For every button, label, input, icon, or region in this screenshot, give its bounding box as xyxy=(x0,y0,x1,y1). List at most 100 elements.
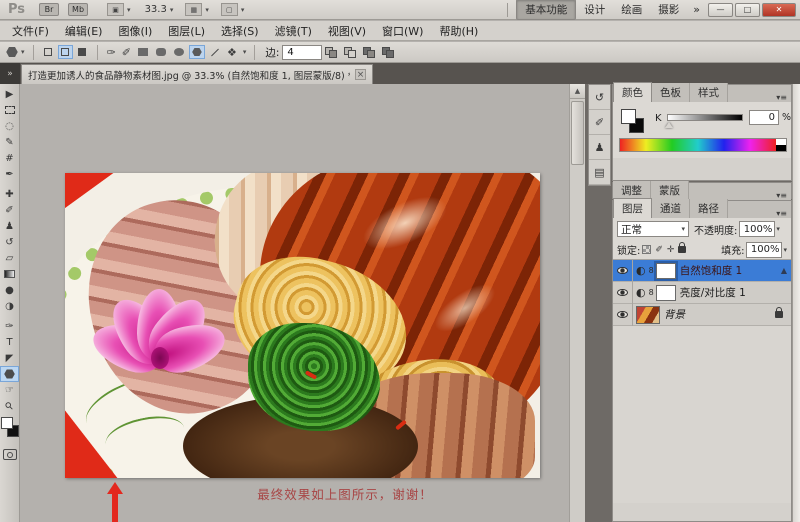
panel-menu-icon[interactable]: ▾≡ xyxy=(772,191,791,200)
quick-mask-button[interactable] xyxy=(2,449,17,460)
shape-layers-mode-button[interactable] xyxy=(41,45,56,59)
canvas-image[interactable] xyxy=(65,173,540,478)
subtract-shape-icon[interactable] xyxy=(343,46,358,59)
path-select-tool[interactable]: ◤ xyxy=(1,350,19,366)
scrollbar-thumb[interactable] xyxy=(571,101,584,165)
lock-paint-icon[interactable]: ✐ xyxy=(655,245,663,255)
intersect-shape-icon[interactable] xyxy=(362,46,377,59)
eraser-tool[interactable]: ▱ xyxy=(1,250,19,266)
paths-mode-button[interactable] xyxy=(57,45,73,59)
eye-icon[interactable] xyxy=(617,289,628,296)
foreground-color-swatch[interactable] xyxy=(0,417,13,429)
arrange-caret-icon[interactable]: ▾ xyxy=(205,6,209,14)
lock-position-icon[interactable]: ✛ xyxy=(667,245,675,255)
healing-brush-tool[interactable]: ✚ xyxy=(1,186,19,202)
tab-swatches[interactable]: 色板 xyxy=(652,83,690,102)
custom-shape-caret-icon[interactable]: ▾ xyxy=(243,48,247,56)
layer-thumbnail[interactable] xyxy=(636,305,660,324)
clone-stamp-tool[interactable]: ♟ xyxy=(1,218,19,234)
workspace-essentials-button[interactable]: 基本功能 xyxy=(516,0,577,20)
rectangle-tool-button[interactable] xyxy=(135,45,151,59)
type-tool[interactable]: T xyxy=(1,334,19,350)
custom-shape-tool-button[interactable]: ❖ xyxy=(224,46,240,59)
minimize-button[interactable]: — xyxy=(708,2,733,17)
color-spectrum-bar[interactable] xyxy=(619,138,787,152)
eyedropper-tool[interactable]: ✒ xyxy=(1,166,19,182)
menu-help[interactable]: 帮助(H) xyxy=(431,21,486,41)
line-tool-button[interactable] xyxy=(207,45,223,59)
k-value-input[interactable]: 0 xyxy=(749,110,779,125)
panel-menu-icon[interactable]: ▾≡ xyxy=(772,93,791,102)
mini-bridge-button[interactable]: Mb xyxy=(68,3,89,16)
tab-close-icon[interactable]: × xyxy=(355,69,366,80)
restore-button[interactable]: □ xyxy=(735,2,760,17)
pen-tool-button[interactable]: ✑ xyxy=(104,46,119,59)
workspace-photography-button[interactable]: 摄影 xyxy=(650,0,687,19)
layer-name[interactable]: 自然饱和度 1 xyxy=(680,263,743,278)
zoom-tool[interactable]: ⚲ xyxy=(1,398,19,414)
fill-pixels-mode-button[interactable] xyxy=(75,45,90,59)
k-slider[interactable] xyxy=(667,114,743,121)
menu-view[interactable]: 视图(V) xyxy=(320,21,374,41)
layer-row-background[interactable]: 背景 xyxy=(613,303,791,326)
workspace-overflow-button[interactable]: » xyxy=(693,3,700,16)
brush-panel-icon[interactable]: ✐ xyxy=(589,110,610,135)
bridge-button[interactable]: Br xyxy=(39,3,60,16)
visibility-cell[interactable] xyxy=(613,303,633,326)
menu-select[interactable]: 选择(S) xyxy=(213,21,267,41)
history-brush-tool[interactable]: ↺ xyxy=(1,234,19,250)
document-tab[interactable]: 打造更加诱人的食品静物素材图.jpg @ 33.3% (自然饱和度 1, 图层蒙… xyxy=(21,64,373,84)
panel-scroll-up-icon[interactable]: ▲ xyxy=(781,266,787,275)
panel-menu-icon[interactable]: ▾≡ xyxy=(772,209,791,218)
layer-name[interactable]: 背景 xyxy=(664,307,685,322)
blend-mode-select[interactable]: 正常 ▾ xyxy=(617,221,689,237)
tab-masks[interactable]: 蒙版 xyxy=(651,181,689,200)
menu-image[interactable]: 图像(I) xyxy=(110,21,160,41)
tab-styles[interactable]: 样式 xyxy=(690,83,728,102)
crop-tool[interactable]: # xyxy=(1,150,19,166)
dodge-tool[interactable]: ◑ xyxy=(1,298,19,314)
layer-row-brightness-contrast[interactable]: ◐ 8 亮度/对比度 1 xyxy=(613,281,791,304)
tab-layers[interactable]: 图层 xyxy=(613,198,652,218)
tool-preset-polygon-icon[interactable] xyxy=(6,47,18,57)
workspace-design-button[interactable]: 设计 xyxy=(576,0,613,19)
menu-file[interactable]: 文件(F) xyxy=(4,21,57,41)
tool-preset-caret-icon[interactable]: ▾ xyxy=(21,48,25,56)
opacity-input[interactable]: 100% xyxy=(739,221,776,237)
layer-mask-thumbnail[interactable] xyxy=(653,260,678,281)
panel-color-swatches[interactable] xyxy=(621,109,647,135)
canvas-area[interactable]: 最终效果如上图所示，谢谢！ xyxy=(21,84,569,522)
panel-foreground-swatch[interactable] xyxy=(621,109,636,124)
ellipse-tool-button[interactable] xyxy=(171,45,187,59)
workspace-painting-button[interactable]: 绘画 xyxy=(613,0,650,19)
menu-layer[interactable]: 图层(L) xyxy=(160,21,213,41)
gradient-tool[interactable] xyxy=(1,266,19,282)
close-button[interactable]: ✕ xyxy=(762,2,796,17)
menu-window[interactable]: 窗口(W) xyxy=(374,21,431,41)
guides-caret-icon[interactable]: ▾ xyxy=(127,6,131,14)
tab-color[interactable]: 颜色 xyxy=(613,82,652,102)
canvas-vertical-scrollbar[interactable]: ▲ xyxy=(569,84,585,522)
clone-source-panel-icon[interactable]: ♟ xyxy=(589,135,610,160)
blur-tool[interactable]: ● xyxy=(1,282,19,298)
lock-transparency-icon[interactable] xyxy=(642,245,652,254)
freeform-pen-tool-button[interactable]: ✐ xyxy=(119,46,134,59)
rounded-rectangle-tool-button[interactable] xyxy=(153,45,169,59)
scroll-up-icon[interactable]: ▲ xyxy=(570,84,585,99)
k-slider-marker[interactable] xyxy=(665,122,673,128)
lasso-tool[interactable]: ◌ xyxy=(1,118,19,134)
visibility-cell[interactable] xyxy=(613,259,633,282)
quick-select-tool[interactable]: ✎ xyxy=(1,134,19,150)
zoom-level-button[interactable]: 33.3 xyxy=(145,4,167,15)
info-panel-icon[interactable]: ▤ xyxy=(589,160,610,185)
brush-tool[interactable]: ✐ xyxy=(1,202,19,218)
screen-mode-icon[interactable]: ▢ xyxy=(220,3,238,16)
eye-icon[interactable] xyxy=(617,267,628,274)
zoom-caret-icon[interactable]: ▾ xyxy=(170,6,174,14)
tab-paths[interactable]: 路径 xyxy=(690,199,728,218)
opacity-caret-icon[interactable]: ▾ xyxy=(776,225,780,233)
spectrum-gradient[interactable] xyxy=(620,139,776,151)
spectrum-black-swatch[interactable] xyxy=(776,145,786,151)
history-panel-icon[interactable]: ↺ xyxy=(589,85,610,110)
eye-icon[interactable] xyxy=(617,311,628,318)
